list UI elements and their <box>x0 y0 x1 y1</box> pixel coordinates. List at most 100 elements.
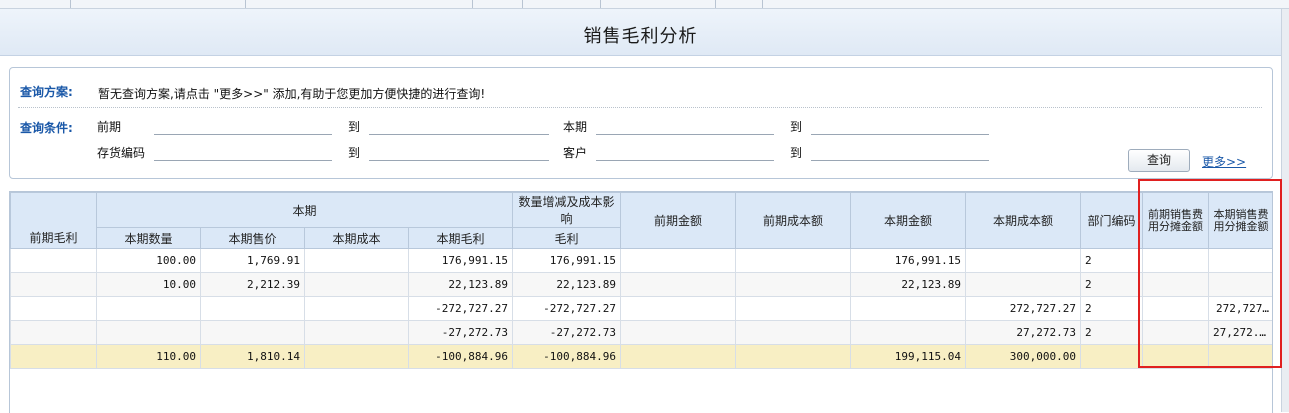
total-cell: 110.00 <box>96 344 201 369</box>
cur-period-to-label: 到 <box>790 120 803 134</box>
total-cell <box>1208 344 1272 369</box>
page-title: 销售毛利分析 <box>583 26 698 47</box>
total-cell: 1,810.14 <box>200 344 305 369</box>
table-cell: 2 <box>1080 248 1144 273</box>
table-cell <box>304 272 409 297</box>
table-cell <box>10 272 97 297</box>
customer-to-input[interactable] <box>811 144 989 161</box>
header-prev-amount[interactable]: 前期金额 <box>620 192 737 249</box>
table-cell <box>1208 272 1272 297</box>
table-cell <box>735 296 852 321</box>
table-cell <box>965 272 1082 297</box>
table-cell: 272,727… <box>1208 296 1272 321</box>
table-cell: 22,123.89 <box>407 272 514 297</box>
table-cell <box>1142 248 1210 273</box>
tab-strip <box>0 0 1289 9</box>
header-dept-code[interactable]: 部门编码 <box>1080 192 1144 249</box>
prev-period-to-label: 到 <box>348 120 361 134</box>
table-cell: 1,769.91 <box>200 248 305 273</box>
table-cell <box>735 320 852 345</box>
table-cell: 100.00 <box>96 248 201 273</box>
customer-to-label: 到 <box>790 146 803 160</box>
table-cell: 2 <box>1080 272 1144 297</box>
divider <box>18 107 1262 108</box>
header-group-current: 本期 <box>95 192 514 228</box>
inventory-code-to-input[interactable] <box>369 144 549 161</box>
table-cell: 176,991.15 <box>850 248 967 273</box>
header-cur-profit[interactable]: 本期毛利 <box>407 227 514 249</box>
total-cell <box>735 344 852 369</box>
table-cell <box>304 248 409 273</box>
query-panel: 查询方案: 暂无查询方案,请点击 "更多>>" 添加,有助于您更加方便快捷的进行… <box>9 67 1273 179</box>
table-cell: 27,272.73 <box>1208 320 1272 345</box>
table-cell: 2 <box>1080 296 1144 321</box>
prev-period-label: 前期 <box>97 120 122 134</box>
table-cell <box>200 320 305 345</box>
query-condition-label: 查询条件: <box>20 121 73 135</box>
inventory-code-label: 存货编码 <box>97 146 146 160</box>
total-cell: 199,115.04 <box>850 344 967 369</box>
table-row[interactable]: 10.00 2,212.39 22,123.89 22,123.89 22,12… <box>10 272 1272 297</box>
table-cell <box>1142 272 1210 297</box>
table-cell <box>620 296 737 321</box>
total-cell: 300,000.00 <box>965 344 1082 369</box>
table-cell <box>1142 296 1210 321</box>
table-cell: 2 <box>1080 320 1144 345</box>
title-bar: 销售毛利分析 <box>0 9 1281 56</box>
cur-period-label: 本期 <box>563 120 588 134</box>
total-cell <box>620 344 737 369</box>
table-cell <box>735 248 852 273</box>
header-profit[interactable]: 毛利 <box>512 227 622 249</box>
header-cur-price[interactable]: 本期售价 <box>200 227 305 249</box>
table-cell <box>850 296 967 321</box>
query-scheme-label: 查询方案: <box>20 85 73 99</box>
inventory-code-from-input[interactable] <box>154 144 332 161</box>
table-cell: 27,272.73 <box>965 320 1082 345</box>
table-cell: -27,272.73 <box>407 320 514 345</box>
header-prev-cost-amount[interactable]: 前期成本额 <box>735 192 852 249</box>
header-prev-profit[interactable]: 前期毛利 <box>10 227 97 249</box>
header-cur-sales-fee[interactable]: 本期销售费用分摊金额 <box>1208 192 1272 249</box>
cur-period-to-input[interactable] <box>811 118 989 135</box>
header-group-qty-effect: 数量增减及成本影响 <box>512 192 622 228</box>
table-row[interactable]: -272,727.27 -272,727.27 272,727.27 2 272… <box>10 296 1272 321</box>
table-cell: 22,123.89 <box>850 272 967 297</box>
customer-label: 客户 <box>563 146 588 160</box>
table-cell <box>96 320 201 345</box>
prev-period-from-input[interactable] <box>154 118 332 135</box>
data-grid: 本期 数量增减及成本影响 前期金额 前期成本额 本期金额 本期成本额 部门编码 … <box>9 191 1273 413</box>
table-cell <box>10 320 97 345</box>
header-prev-sales-fee[interactable]: 前期销售费用分摊金额 <box>1142 192 1210 249</box>
total-cell: -100,884.96 <box>512 344 622 369</box>
more-link[interactable]: 更多>> <box>1202 153 1246 170</box>
table-cell <box>620 320 737 345</box>
header-blank <box>10 192 97 228</box>
query-button[interactable]: 查询 <box>1128 149 1190 172</box>
total-cell <box>304 344 409 369</box>
header-cur-qty[interactable]: 本期数量 <box>96 227 201 249</box>
total-cell: -100,884.96 <box>407 344 514 369</box>
table-cell <box>200 296 305 321</box>
customer-from-input[interactable] <box>596 144 774 161</box>
total-row[interactable]: 110.00 1,810.14 -100,884.96 -100,884.96 … <box>10 344 1272 369</box>
cur-period-from-input[interactable] <box>596 118 774 135</box>
table-cell <box>96 296 201 321</box>
table-cell: -27,272.73 <box>512 320 622 345</box>
total-cell <box>1142 344 1210 369</box>
table-cell: -272,727.27 <box>512 296 622 321</box>
table-cell <box>304 296 409 321</box>
table-cell <box>1208 248 1272 273</box>
table-cell <box>10 296 97 321</box>
header-cur-cost[interactable]: 本期成本 <box>304 227 409 249</box>
header-cur-amount[interactable]: 本期金额 <box>850 192 967 249</box>
total-cell <box>10 344 97 369</box>
table-cell: 176,991.15 <box>512 248 622 273</box>
table-cell <box>620 272 737 297</box>
prev-period-to-input[interactable] <box>369 118 549 135</box>
table-row[interactable]: 100.00 1,769.91 176,991.15 176,991.15 17… <box>10 248 1272 273</box>
table-row[interactable]: -27,272.73 -27,272.73 27,272.73 2 27,272… <box>10 320 1272 345</box>
table-cell: 22,123.89 <box>512 272 622 297</box>
header-cur-cost-amount[interactable]: 本期成本额 <box>965 192 1082 249</box>
vertical-scrollbar[interactable] <box>1281 9 1289 412</box>
table-cell: -272,727.27 <box>407 296 514 321</box>
